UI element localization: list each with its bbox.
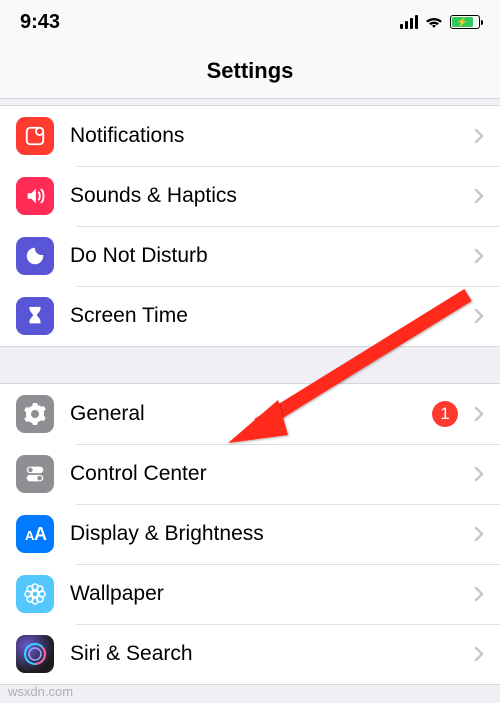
chevron-right-icon bbox=[474, 406, 484, 422]
row-label: Do Not Disturb bbox=[70, 244, 458, 268]
chevron-right-icon bbox=[474, 308, 484, 324]
chevron-right-icon bbox=[474, 586, 484, 602]
row-screen-time[interactable]: Screen Time bbox=[0, 286, 500, 346]
siri-icon bbox=[16, 635, 54, 673]
row-siri-search[interactable]: Siri & Search bbox=[0, 624, 500, 684]
chevron-right-icon bbox=[474, 188, 484, 204]
notification-badge: 1 bbox=[432, 401, 458, 427]
row-label: Siri & Search bbox=[70, 642, 458, 666]
watermark: wsxdn.com bbox=[8, 684, 73, 699]
row-control-center[interactable]: Control Center bbox=[0, 444, 500, 504]
row-label: Display & Brightness bbox=[70, 522, 458, 546]
moon-icon bbox=[16, 237, 54, 275]
row-label: Notifications bbox=[70, 124, 458, 148]
flower-icon bbox=[16, 575, 54, 613]
row-label: Control Center bbox=[70, 462, 458, 486]
row-display-brightness[interactable]: AA Display & Brightness bbox=[0, 504, 500, 564]
wifi-icon bbox=[424, 15, 444, 29]
row-wallpaper[interactable]: Wallpaper bbox=[0, 564, 500, 624]
chevron-right-icon bbox=[474, 248, 484, 264]
row-label: Sounds & Haptics bbox=[70, 184, 458, 208]
row-sounds-haptics[interactable]: Sounds & Haptics bbox=[0, 166, 500, 226]
chevron-right-icon bbox=[474, 646, 484, 662]
svg-text:A: A bbox=[34, 524, 47, 544]
sounds-icon bbox=[16, 177, 54, 215]
row-label: Wallpaper bbox=[70, 582, 458, 606]
toggles-icon bbox=[16, 455, 54, 493]
chevron-right-icon bbox=[474, 128, 484, 144]
settings-section-1: Notifications Sounds & Haptics Do Not Di… bbox=[0, 105, 500, 347]
battery-icon: ⚡ bbox=[450, 15, 480, 29]
row-notifications[interactable]: Notifications bbox=[0, 106, 500, 166]
settings-section-2: General 1 Control Center AA Display & Br… bbox=[0, 383, 500, 685]
row-do-not-disturb[interactable]: Do Not Disturb bbox=[0, 226, 500, 286]
row-label: Screen Time bbox=[70, 304, 458, 328]
cellular-signal-icon bbox=[400, 15, 418, 29]
text-size-icon: AA bbox=[16, 515, 54, 553]
chevron-right-icon bbox=[474, 466, 484, 482]
hourglass-icon bbox=[16, 297, 54, 335]
gear-icon bbox=[16, 395, 54, 433]
page-title: Settings bbox=[0, 44, 500, 99]
row-label: General bbox=[70, 402, 416, 426]
chevron-right-icon bbox=[474, 526, 484, 542]
status-bar: 9:43 ⚡ bbox=[0, 0, 500, 44]
notifications-icon bbox=[16, 117, 54, 155]
row-general[interactable]: General 1 bbox=[0, 384, 500, 444]
status-time: 9:43 bbox=[20, 11, 60, 34]
status-right: ⚡ bbox=[400, 15, 480, 29]
section-gap bbox=[0, 347, 500, 383]
